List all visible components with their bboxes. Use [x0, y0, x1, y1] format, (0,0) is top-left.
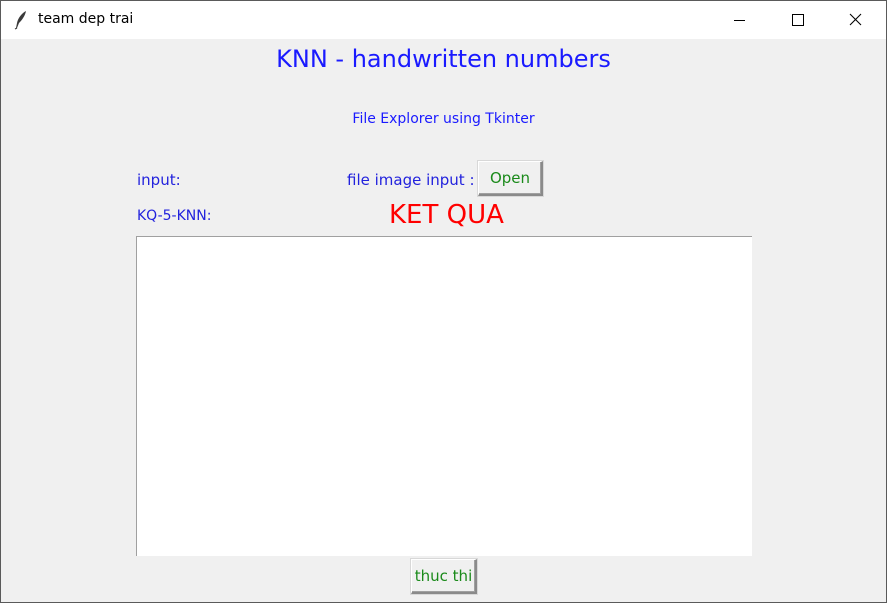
result-text-area[interactable]	[136, 236, 752, 556]
result-title: KET QUA	[389, 200, 504, 230]
title-bar[interactable]: team dep trai	[1, 1, 886, 39]
open-button[interactable]: Open	[478, 161, 543, 196]
minimize-icon	[734, 20, 745, 21]
feather-icon	[13, 10, 29, 30]
maximize-icon	[792, 14, 804, 26]
page-title: KNN - handwritten numbers	[276, 45, 611, 73]
run-button[interactable]: thuc thi	[411, 559, 477, 594]
kq-5-knn-label: KQ-5-KNN:	[137, 208, 212, 224]
maximize-button[interactable]	[768, 1, 826, 39]
app-window: team dep trai KNN - handwritten numbers …	[0, 0, 887, 603]
input-label: input:	[137, 171, 181, 189]
close-icon	[849, 13, 862, 26]
file-image-input-label: file image input :	[347, 171, 475, 189]
page-subtitle: File Explorer using Tkinter	[352, 111, 535, 127]
close-button[interactable]	[827, 1, 885, 39]
window-title: team dep trai	[38, 11, 134, 27]
minimize-button[interactable]	[710, 1, 768, 39]
